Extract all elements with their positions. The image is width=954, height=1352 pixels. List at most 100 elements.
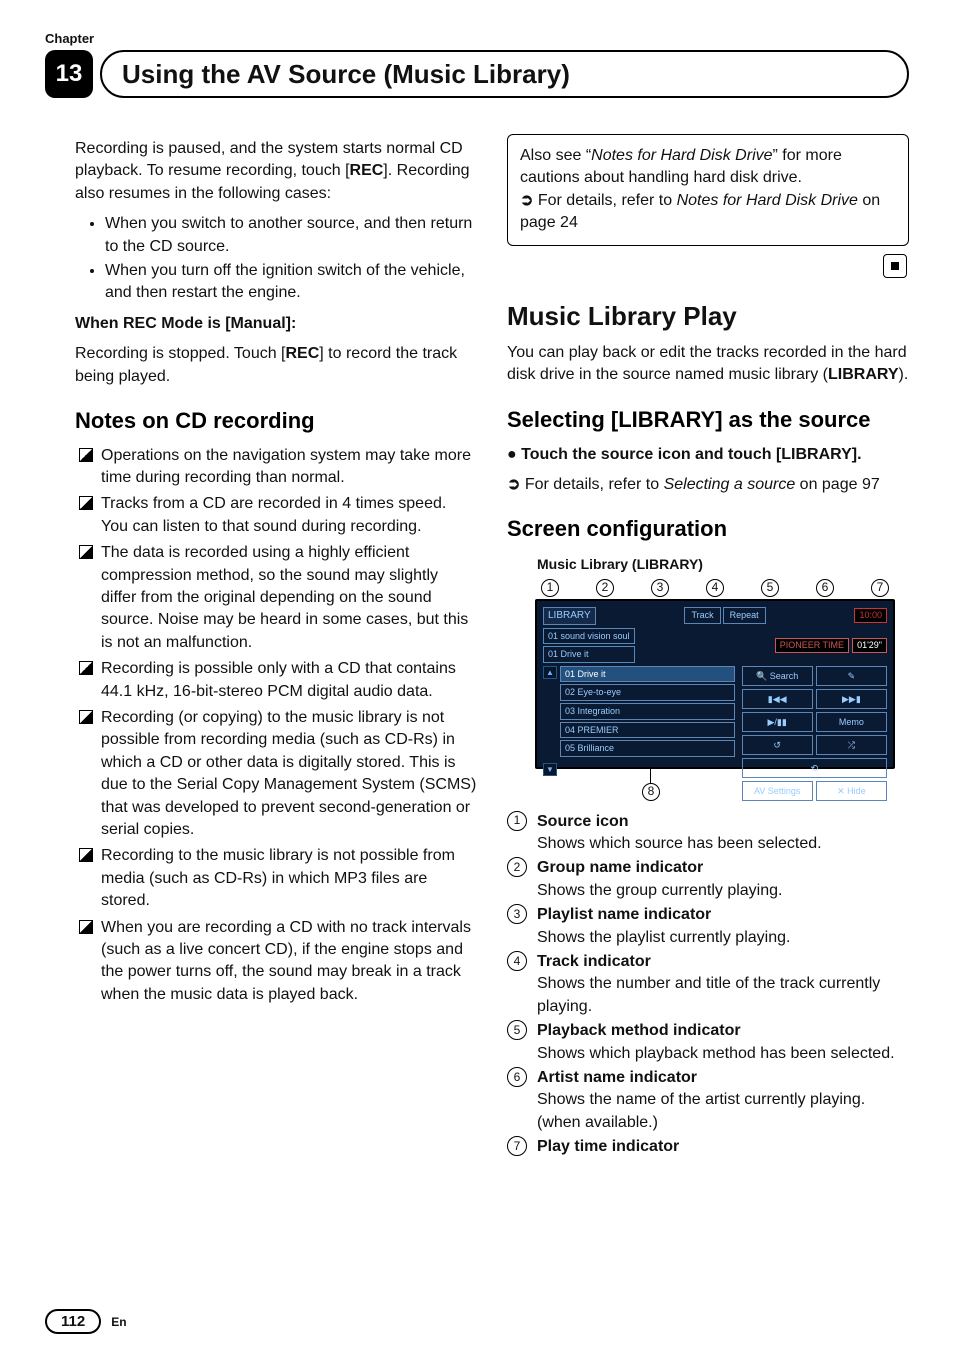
text: For details, refer to (538, 192, 677, 209)
callout-3: 3 (651, 579, 669, 597)
artist-name-indicator: PIONEER TIME (775, 638, 849, 653)
control-grid: 🔍 Search ✎ ▮◀◀ ▶▶▮ ▶/▮▮ Memo ↺ ⤮ ⟲ AV Se… (738, 666, 887, 776)
play-pause-button[interactable]: ▶/▮▮ (742, 712, 813, 732)
callout-5: 5 (761, 579, 779, 597)
text: ). (899, 366, 909, 383)
source-label[interactable]: LIBRARY (543, 607, 596, 625)
legend-label: Play time indicator (537, 1138, 679, 1155)
track-item[interactable]: 01 Drive it (560, 666, 735, 683)
chapter-number-badge: 13 (45, 50, 93, 98)
library-label: LIBRARY (828, 366, 899, 383)
cross-reference: For details, refer to Notes for Hard Dis… (520, 190, 896, 235)
note-item: The data is recorded using a highly effi… (75, 542, 477, 654)
bullet-list: When you switch to another source, and t… (105, 213, 477, 305)
ref-title: Selecting a source (664, 476, 796, 493)
clock-display: 10:00 (854, 608, 887, 623)
legend-list: Source icon Shows which source has been s… (507, 811, 909, 1159)
note-item: Recording is possible only with a CD tha… (75, 658, 477, 703)
bullet-item: When you turn off the ignition switch of… (105, 260, 477, 305)
note-item: When you are recording a CD with no trac… (75, 917, 477, 1007)
tab-repeat[interactable]: Repeat (723, 607, 766, 624)
ui-screenshot: 1 2 3 4 5 6 7 LIBRARY Track Repeat 10:00 (535, 579, 895, 797)
heading-notes-on-cd-recording: Notes on CD recording (75, 406, 477, 437)
group-name-indicator: 01 sound vision soul (543, 628, 635, 645)
screenshot-body: LIBRARY Track Repeat 10:00 01 sound visi… (535, 599, 895, 769)
legend-item: Source icon Shows which source has been s… (507, 811, 909, 856)
callout-4: 4 (706, 579, 724, 597)
legend-label: Source icon (537, 813, 629, 830)
paragraph: You can play back or edit the tracks rec… (507, 342, 909, 387)
callout-6: 6 (816, 579, 834, 597)
heading-music-library-play: Music Library Play (507, 298, 909, 334)
text: Also see “Notes for Hard Disk Drive” for… (520, 145, 896, 190)
legend-desc: Shows which source has been selected. (537, 833, 909, 855)
paragraph: Recording is stopped. Touch [REC] to rec… (75, 343, 477, 388)
callout-row-bottom: 8 (535, 769, 895, 797)
note-item: Recording (or copying) to the music libr… (75, 707, 477, 841)
track-scroll-nav: ▲ ▼ (543, 666, 557, 776)
track-list: 01 Drive it 02 Eye-to-eye 03 Integration… (557, 666, 738, 776)
chapter-title: Using the AV Source (Music Library) (100, 50, 909, 98)
legend-label: Playback method indicator (537, 1022, 741, 1039)
see-also-box: Also see “Notes for Hard Disk Drive” for… (507, 134, 909, 246)
notes-list: Operations on the navigation system may … (75, 445, 477, 1006)
random-button[interactable]: ⤮ (816, 735, 887, 755)
edit-button[interactable]: ✎ (816, 666, 887, 686)
left-column: Recording is paused, and the system star… (75, 130, 477, 1282)
prev-button[interactable]: ▮◀◀ (742, 689, 813, 709)
ref-title: Notes for Hard Disk Drive (677, 192, 858, 209)
legend-item: Playback method indicatorShows which pla… (507, 1020, 909, 1065)
rec-label: REC (350, 162, 384, 179)
page-number: 112 (45, 1309, 101, 1334)
callout-2: 2 (596, 579, 614, 597)
callout-1: 1 (541, 579, 559, 597)
scroll-up-icon[interactable]: ▲ (543, 666, 557, 679)
playlist-name-indicator: 01 Drive it (543, 646, 635, 663)
text: Also see “ (520, 147, 591, 164)
legend-desc: Shows the playlist currently playing. (537, 927, 909, 949)
paragraph: Recording is paused, and the system star… (75, 138, 477, 205)
legend-desc: Shows the name of the artist currently p… (537, 1089, 909, 1134)
note-item: Operations on the navigation system may … (75, 445, 477, 490)
track-item[interactable]: 02 Eye-to-eye (560, 684, 735, 701)
track-item[interactable]: 05 Brilliance (560, 740, 735, 757)
text: For details, refer to (525, 476, 664, 493)
page-footer: 112 En (45, 1309, 127, 1334)
text: Recording is stopped. Touch [ (75, 345, 286, 362)
step-bullet: Touch the source icon and touch [LIBRARY… (507, 444, 909, 466)
legend-label: Group name indicator (537, 859, 703, 876)
tab-track[interactable]: Track (684, 607, 720, 624)
next-button[interactable]: ▶▶▮ (816, 689, 887, 709)
legend-label: Track indicator (537, 953, 651, 970)
right-column: Also see “Notes for Hard Disk Drive” for… (507, 130, 909, 1282)
text: on page 97 (795, 476, 880, 493)
repeat-button[interactable]: ↺ (742, 735, 813, 755)
callout-7: 7 (871, 579, 889, 597)
legend-desc: Shows the group currently playing. (537, 880, 909, 902)
legend-item: Play time indicator (507, 1136, 909, 1158)
heading-selecting-library: Selecting [LIBRARY] as the source (507, 405, 909, 436)
bullet-item: When you switch to another source, and t… (105, 213, 477, 258)
callout-8: 8 (642, 783, 660, 801)
memo-button[interactable]: Memo (816, 712, 887, 732)
search-button[interactable]: 🔍 Search (742, 666, 813, 686)
legend-item: Artist name indicator Shows the name of t… (507, 1067, 909, 1134)
legend-desc: Shows the number and title of the track … (537, 973, 909, 1018)
chapter-label: Chapter (45, 31, 94, 46)
page-language: En (111, 1315, 126, 1329)
track-item[interactable]: 03 Integration (560, 703, 735, 720)
heading-screen-configuration: Screen configuration (507, 514, 909, 545)
note-item: Tracks from a CD are recorded in 4 times… (75, 493, 477, 538)
subheading-manual: When REC Mode is [Manual]: (75, 313, 477, 335)
legend-item: Group name indicator Shows the group curr… (507, 857, 909, 902)
legend-item: Playlist name indicator Shows the playlis… (507, 904, 909, 949)
section-end-icon (507, 254, 907, 278)
track-item[interactable]: 04 PREMIER (560, 722, 735, 739)
legend-item: Track indicator Shows the number and titl… (507, 951, 909, 1018)
legend-label: Playlist name indicator (537, 906, 711, 923)
rec-label: REC (286, 345, 320, 362)
screenshot-caption: Music Library (LIBRARY) (537, 555, 909, 575)
note-item: Recording to the music library is not po… (75, 845, 477, 912)
ref-title: Notes for Hard Disk Drive (591, 147, 772, 164)
legend-label: Artist name indicator (537, 1069, 697, 1086)
